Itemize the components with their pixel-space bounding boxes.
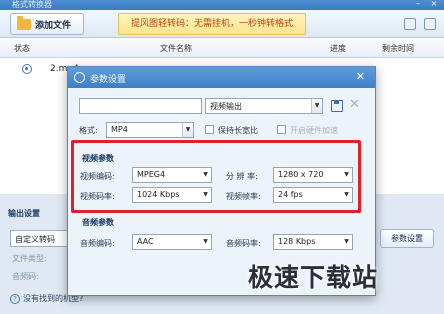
app-title: 格式转换器 bbox=[12, 0, 52, 9]
preset-select[interactable]: 自定义转码 bbox=[10, 230, 68, 247]
chevron-down-icon: ▼ bbox=[182, 123, 193, 137]
keep-ratio-label: 保持长宽比 bbox=[218, 126, 258, 135]
format-label: 格式: bbox=[79, 126, 98, 135]
promo-banner[interactable]: 提风图轻转码：无需挂机，一秒钟转格式 bbox=[118, 13, 306, 35]
dialog-app-icon bbox=[74, 72, 85, 83]
audio-codec-label: 音频编码: bbox=[80, 239, 115, 248]
col-remaining: 剩余时间 bbox=[382, 44, 414, 53]
app-titlebar: 格式转换器 – × bbox=[0, 0, 444, 10]
add-file-button[interactable]: 添加文件 bbox=[10, 13, 84, 35]
audio-params-title: 音频参数 bbox=[82, 218, 114, 227]
audio-codec-value: AAC bbox=[137, 237, 154, 246]
col-status: 状态 bbox=[14, 44, 30, 53]
audio-codec-select[interactable]: AAC ▼ bbox=[132, 234, 212, 250]
watermark-logo: 极速下载站 bbox=[248, 263, 379, 292]
audio-bitrate-select[interactable]: 128 Kbps ▼ bbox=[273, 234, 353, 250]
add-file-label: 添加文件 bbox=[35, 20, 72, 31]
settings-icon[interactable] bbox=[404, 18, 416, 30]
param-settings-button[interactable]: 参数设置 bbox=[380, 229, 434, 248]
output-mode-select[interactable]: 视频输出 ▼ bbox=[205, 98, 323, 114]
question-icon: ? bbox=[10, 293, 20, 304]
save-icon[interactable] bbox=[331, 100, 343, 112]
audio-bitrate-value: 128 Kbps bbox=[278, 237, 316, 246]
col-progress: 进度 bbox=[330, 44, 346, 53]
audio-label: 音频码: bbox=[12, 272, 39, 281]
dialog-titlebar[interactable]: 参数设置 ✕ bbox=[68, 67, 375, 88]
delete-icon[interactable]: ✕ bbox=[349, 97, 360, 112]
chevron-down-icon: ▼ bbox=[311, 99, 322, 113]
close-icon[interactable]: ✕ bbox=[356, 70, 365, 83]
status-icon bbox=[22, 64, 32, 74]
menu-icon[interactable] bbox=[424, 18, 436, 30]
chevron-down-icon: ▼ bbox=[203, 238, 208, 245]
folder-icon bbox=[17, 15, 31, 30]
minimize-icon[interactable]: – bbox=[414, 0, 422, 8]
output-mode-value: 视频输出 bbox=[210, 102, 242, 111]
hw-accel-label: 开启硬件加速 bbox=[290, 126, 338, 135]
hw-accel-checkbox[interactable] bbox=[277, 125, 286, 134]
output-settings-title: 输出设置 bbox=[8, 209, 40, 218]
file-type-label: 文件类型: bbox=[12, 254, 47, 263]
col-filename: 文件名称 bbox=[160, 44, 192, 53]
chevron-down-icon: ▼ bbox=[344, 238, 349, 245]
close-window-icon[interactable]: × bbox=[430, 0, 438, 8]
keep-ratio-checkbox[interactable] bbox=[205, 125, 214, 134]
output-path-input[interactable] bbox=[79, 98, 202, 114]
toolbar: 添加文件 提风图轻转码：无需挂机，一秒钟转格式 bbox=[0, 10, 444, 38]
audio-bitrate-label: 音频码率: bbox=[226, 239, 261, 248]
file-list-header: 状态 文件名称 进度 剩余时间 bbox=[0, 38, 444, 58]
format-select[interactable]: MP4 ▼ bbox=[106, 122, 194, 138]
dialog-title: 参数设置 bbox=[90, 75, 127, 85]
format-value: MP4 bbox=[111, 125, 128, 134]
video-params-highlight bbox=[71, 140, 361, 213]
